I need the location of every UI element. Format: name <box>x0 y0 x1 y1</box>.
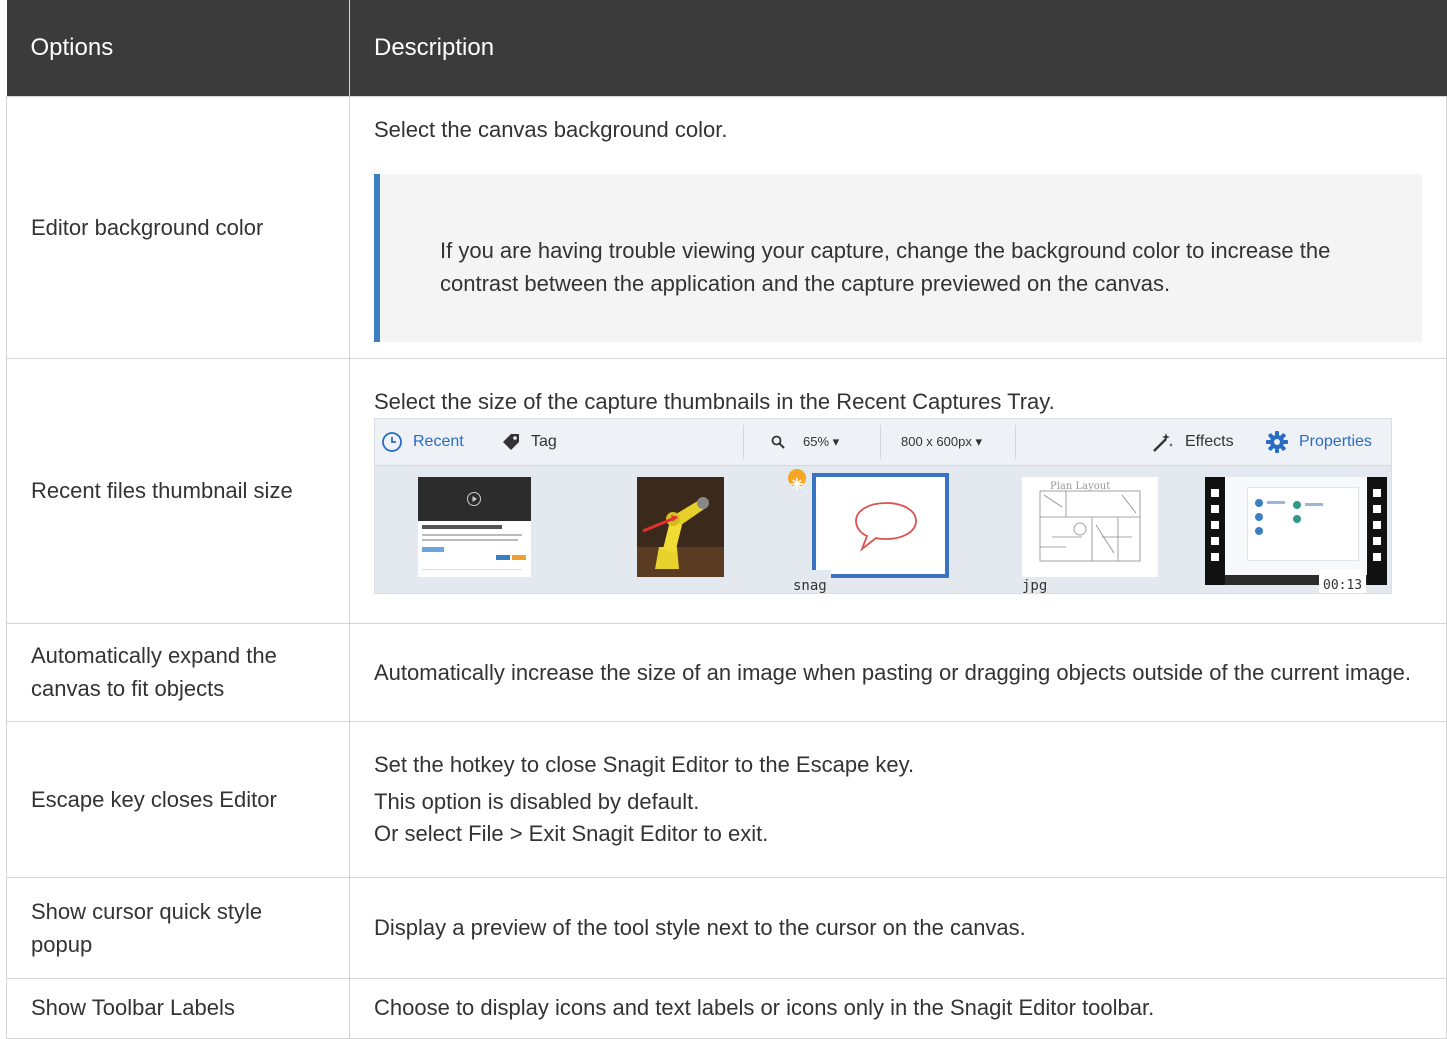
description-line: Or select File > Exit Snagit Editor to e… <box>374 821 769 846</box>
video-duration: 00:13 <box>1319 568 1367 593</box>
speech-bubble-icon <box>855 501 917 552</box>
gear-icon <box>1265 430 1289 454</box>
tray-toolbar: Recent Tag 65% ▾ 800 x 600px ▾ Effects P… <box>375 418 1391 466</box>
header-description: Description <box>349 0 1447 96</box>
recent-label: Recent <box>413 433 464 450</box>
description-text: Select the size of the capture thumbnail… <box>374 388 1055 414</box>
tag-icon <box>501 432 521 452</box>
table-row: Show cursor quick style popup Display a … <box>6 876 1447 979</box>
recent-button[interactable]: Recent <box>381 419 464 465</box>
description-cell: Select the canvas background color. If y… <box>349 95 1447 359</box>
description-cell: Select the size of the capture thumbnail… <box>349 357 1447 624</box>
properties-label: Properties <box>1299 433 1372 450</box>
star-badge-icon <box>788 468 806 490</box>
tag-button[interactable]: Tag <box>501 419 557 465</box>
header-options: Options <box>6 0 350 96</box>
option-automatically-expand-canvas: Automatically expand the canvas to fit o… <box>6 622 350 722</box>
recent-captures-tray: Recent Tag 65% ▾ 800 x 600px ▾ Effects P… <box>374 417 1392 594</box>
table-row: Recent files thumbnail size Select the s… <box>6 357 1447 624</box>
option-show-toolbar-labels: Show Toolbar Labels <box>6 977 350 1039</box>
description-line: Set the hotkey to close Snagit Editor to… <box>374 752 915 777</box>
size-value: 800 x 600px ▾ <box>901 434 982 449</box>
thumb-label-snag: snag <box>791 569 831 593</box>
thumbnail-robot[interactable] <box>637 476 724 577</box>
description-text: Choose to display icons and text labels … <box>349 977 1447 1039</box>
description-cell: Set the hotkey to close Snagit Editor to… <box>349 720 1447 878</box>
play-icon <box>467 491 481 506</box>
thumb-label-jpg: jpg <box>1022 577 1048 594</box>
divider <box>880 424 881 459</box>
search-icon <box>771 435 785 449</box>
clock-icon <box>381 431 403 453</box>
effects-label: Effects <box>1185 433 1234 450</box>
table-row: Show Toolbar Labels Choose to display ic… <box>6 977 1447 1039</box>
option-show-cursor-quick-style-popup: Show cursor quick style popup <box>6 876 350 979</box>
size-dropdown[interactable]: 800 x 600px ▾ <box>901 419 982 465</box>
header-row: Options Description <box>6 0 1447 96</box>
tag-label: Tag <box>531 433 557 450</box>
thumbnail-snag-selected[interactable] <box>812 472 949 578</box>
properties-button[interactable]: Properties <box>1265 419 1372 465</box>
description-text: Automatically increase the size of an im… <box>349 622 1447 722</box>
table-row: Escape key closes Editor Set the hotkey … <box>6 720 1447 878</box>
svg-text:Plan Layout: Plan Layout <box>1050 481 1110 492</box>
table-row: Automatically expand the canvas to fit o… <box>6 622 1447 722</box>
table-row: Editor background color Select the canva… <box>6 95 1447 359</box>
description-line: This option is disabled by default. <box>374 789 700 814</box>
option-escape-key-closes-editor: Escape key closes Editor <box>6 720 350 878</box>
options-table: Options Description Editor background co… <box>6 0 1447 1039</box>
description-text: Display a preview of the tool style next… <box>349 876 1447 979</box>
magic-wand-icon <box>1151 431 1175 453</box>
divider <box>1015 424 1016 459</box>
note-callout: If you are having trouble viewing your c… <box>374 173 1422 342</box>
thumbnail-webpage[interactable] <box>418 476 531 577</box>
film-strip-right <box>1367 476 1387 585</box>
zoom-value: 65% ▾ <box>803 434 840 449</box>
option-recent-files-thumbnail-size: Recent files thumbnail size <box>6 357 350 624</box>
thumbnail-blueprint[interactable]: Plan Layout <box>1022 476 1158 577</box>
film-strip-left <box>1205 476 1225 585</box>
description-text: Select the canvas background color. <box>374 116 728 142</box>
zoom-dropdown[interactable]: 65% ▾ <box>771 419 839 465</box>
effects-button[interactable]: Effects <box>1151 419 1234 465</box>
option-editor-background-color: Editor background color <box>6 95 350 359</box>
divider <box>743 424 744 459</box>
thumbnail-video[interactable]: 00:13 <box>1205 476 1387 593</box>
thumbnail-strip: snag Plan Layout jpg 00:13 <box>375 466 1391 593</box>
